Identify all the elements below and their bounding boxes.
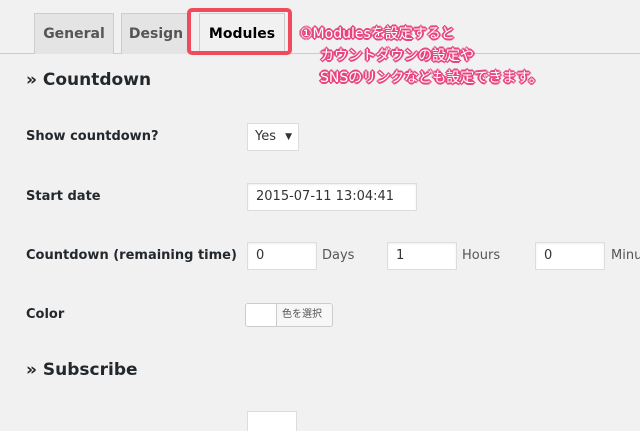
color-picker-label: 色を選択 (282, 309, 322, 320)
subscribe-heading: » Subscribe (26, 360, 138, 380)
show-countdown-value: Yes (255, 129, 276, 144)
tab-design[interactable]: Design (121, 13, 191, 54)
annotation-line-3: SNSのリンクなども設定できます。 (320, 70, 543, 86)
minutes-unit-label: Minu (611, 248, 640, 263)
color-swatch (246, 304, 277, 326)
days-unit-label: Days (322, 248, 355, 263)
show-countdown-label: Show countdown? (26, 129, 159, 144)
annotation-line-1: ①Modulesを設定すると (300, 26, 455, 42)
show-countdown-select[interactable]: Yes ▼ (247, 123, 299, 151)
start-date-input[interactable]: 2015-07-11 13:04:41 (247, 183, 417, 211)
color-picker-button[interactable]: 色を選択 (245, 303, 333, 327)
chevron-down-icon: ▼ (285, 132, 292, 142)
hours-unit-label: Hours (462, 248, 501, 263)
annotation-highlight-box (187, 8, 292, 55)
remaining-time-label: Countdown (remaining time) (26, 248, 237, 263)
hours-input[interactable]: 1 (387, 242, 457, 270)
minutes-input[interactable]: 0 (535, 242, 605, 270)
annotation-line-2: カウントダウンの設定や (320, 48, 474, 64)
annotation-callout: ①Modulesを設定すると カウントダウンの設定や SNSのリンクなども設定で… (300, 23, 630, 89)
subscribe-partial-input[interactable] (247, 411, 297, 431)
countdown-heading: » Countdown (26, 70, 152, 90)
color-label: Color (26, 307, 65, 322)
start-date-label: Start date (26, 189, 101, 204)
days-input[interactable]: 0 (247, 242, 317, 270)
tab-general[interactable]: General (34, 13, 114, 54)
